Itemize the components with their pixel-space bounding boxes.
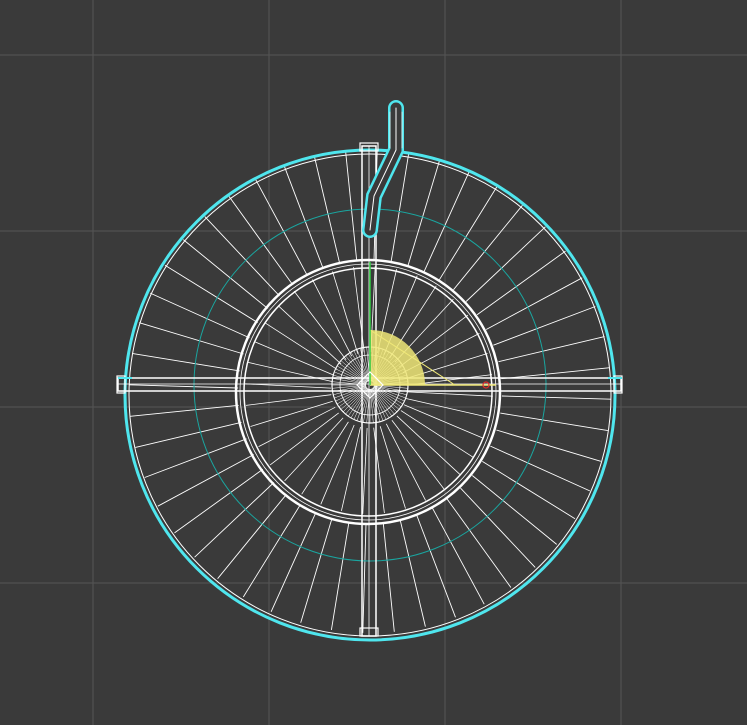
- outer-tread-line: [446, 498, 512, 588]
- inner-tread-line: [362, 427, 368, 514]
- viewport-top[interactable]: [0, 0, 747, 725]
- outer-tread-line: [135, 421, 242, 448]
- outer-tread-line: [300, 518, 333, 623]
- inner-tread-line: [405, 398, 490, 418]
- outer-tread-line: [164, 264, 258, 323]
- outer-tread-line: [432, 507, 485, 605]
- inner-tread-line: [245, 383, 332, 389]
- inner-tread-line: [332, 271, 359, 354]
- outer-tread-line: [183, 239, 268, 309]
- outer-tread-line: [501, 367, 610, 380]
- outer-tread-line: [217, 494, 287, 579]
- outer-tread-line: [460, 487, 536, 568]
- outer-tread-line: [501, 395, 611, 400]
- outer-tread-line: [255, 179, 308, 277]
- inner-tread-line: [406, 391, 493, 397]
- handrail-pipe: [362, 100, 404, 238]
- outer-tread-line: [362, 523, 367, 633]
- outer-tread-line: [490, 445, 590, 492]
- inner-tread-line: [258, 406, 336, 447]
- outer-tread-line: [407, 161, 440, 266]
- outer-tread-line: [129, 384, 239, 389]
- outer-tread-line: [228, 196, 294, 286]
- outer-tread-line: [482, 461, 576, 520]
- inner-tread-line: [250, 400, 333, 427]
- inner-tread-line: [391, 420, 445, 490]
- wireframe-canvas[interactable]: [0, 0, 747, 725]
- outer-tread-line: [132, 352, 240, 372]
- outer-tread-line: [493, 306, 596, 346]
- inner-tread-line: [245, 394, 332, 406]
- outer-tread-line: [144, 438, 247, 478]
- outer-tread-line: [157, 454, 255, 507]
- inner-tread-line: [264, 322, 338, 370]
- outer-tread-line: [416, 515, 456, 618]
- outer-tread-line: [204, 216, 280, 297]
- outer-tread-line: [500, 412, 608, 432]
- outer-tread-line: [174, 468, 264, 534]
- outer-tread-line: [270, 512, 317, 612]
- inner-tread-line: [269, 412, 339, 466]
- outer-tread-line: [330, 522, 350, 630]
- outer-tread-line: [453, 205, 523, 290]
- outer-tread-line: [423, 172, 470, 272]
- inner-tread-line: [301, 421, 349, 495]
- outer-tread-line: [139, 322, 244, 355]
- inner-tread-line: [312, 279, 353, 357]
- outer-tread-line: [498, 336, 605, 363]
- outer-tread-line: [314, 157, 341, 264]
- inner-tread-line: [400, 410, 474, 458]
- outer-tread-line: [382, 523, 395, 632]
- outer-tread-line: [399, 520, 426, 627]
- inner-tread-line: [293, 290, 347, 360]
- inner-tread-line: [385, 423, 426, 501]
- inner-tread-line: [379, 426, 406, 509]
- outer-tread-line: [439, 186, 498, 280]
- outer-tread-line: [194, 482, 275, 558]
- outer-tread-line: [476, 250, 566, 316]
- outer-tread-line: [345, 152, 358, 261]
- outer-tread-line: [150, 292, 250, 339]
- outer-tread-line: [496, 429, 601, 462]
- outer-tread-line: [465, 226, 546, 302]
- outer-tread-line: [284, 166, 324, 269]
- inner-tread-line: [341, 426, 361, 511]
